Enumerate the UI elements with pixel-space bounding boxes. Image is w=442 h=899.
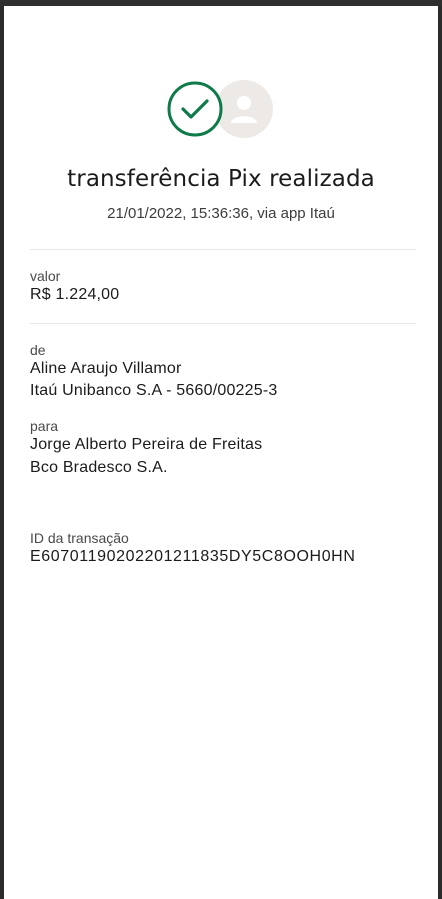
transaction-id-label: ID da transação — [30, 530, 129, 546]
amount-value: R$ 1.224,00 — [30, 286, 120, 303]
divider — [30, 323, 416, 324]
sender-label: de — [30, 342, 46, 358]
sender-name: Aline Araujo Villamor — [30, 360, 182, 377]
transaction-datetime: 21/01/2022, 15:36:36, via app Itaú — [107, 205, 335, 222]
page-title: transferência Pix realizada — [67, 166, 375, 192]
success-check-icon — [166, 80, 224, 138]
recipient-name: Jorge Alberto Pereira de Freitas — [30, 436, 263, 453]
recipient-label: para — [30, 418, 59, 434]
receipt-screen: transferência Pix realizada 21/01/2022, … — [4, 6, 438, 899]
transaction-id-value: E60701190202201211835DY5C8OOH0HN — [30, 548, 356, 565]
recipient-bank: Bco Bradesco S.A. — [30, 459, 168, 476]
divider — [30, 249, 416, 250]
amount-label: valor — [30, 268, 61, 284]
status-icons — [166, 80, 274, 142]
sender-bank: Itaú Unibanco S.A - 5660/00225-3 — [30, 382, 278, 399]
